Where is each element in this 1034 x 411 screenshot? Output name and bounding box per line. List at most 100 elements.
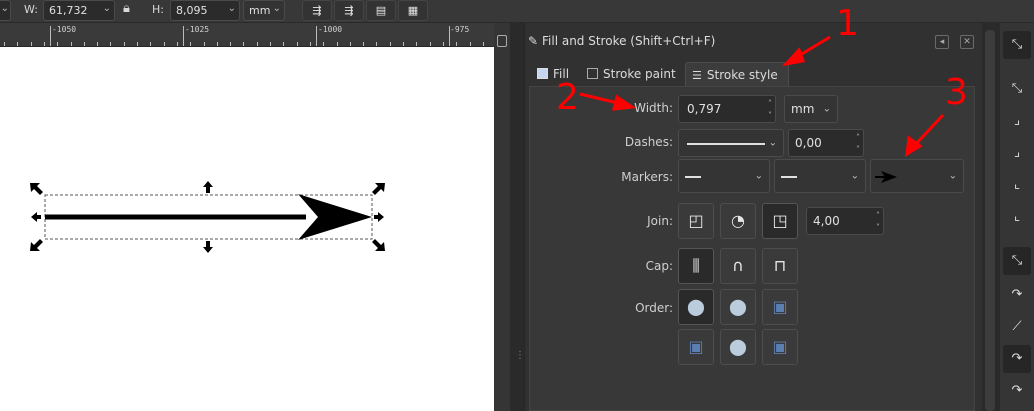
- move-gradients-button[interactable]: ▤: [366, 0, 396, 21]
- width-input[interactable]: 61,732 ⌄: [43, 0, 115, 21]
- stroke-width-input[interactable]: 0,797 ˄ ˅: [678, 95, 776, 123]
- unit-select[interactable]: mm ⌄: [243, 0, 285, 21]
- align-icon: ⇶: [312, 4, 322, 17]
- ruler-tick: [17, 42, 18, 46]
- scale-corners-button[interactable]: ⇶: [334, 0, 364, 21]
- drawing-canvas[interactable]: [0, 47, 494, 411]
- cap-butt-button[interactable]: ⫼: [678, 248, 714, 284]
- join-bevel-button[interactable]: ◰: [678, 203, 714, 239]
- resize-handle-icon[interactable]: [372, 239, 385, 251]
- snap-bbox-button[interactable]: ⤡: [1003, 75, 1031, 103]
- tab-stroke-style[interactable]: ☰ Stroke style: [685, 62, 789, 87]
- ruler-tick: [390, 42, 391, 46]
- miter-limit-input[interactable]: 4,00 ˄ ˅: [806, 207, 884, 235]
- annotation-number-3: 3: [945, 72, 968, 113]
- order-markers-fill-stroke-button[interactable]: ▣: [678, 329, 714, 365]
- join-round-button[interactable]: ◔: [720, 203, 756, 239]
- move-patterns-button[interactable]: ▦: [398, 0, 428, 21]
- snap-nodes-button[interactable]: ⤡: [1003, 247, 1031, 275]
- chevron-down-icon: ⌄: [227, 3, 236, 14]
- scale-stroke-button[interactable]: ⇶: [302, 0, 332, 21]
- order-markers-stroke-fill-button[interactable]: ▣: [762, 329, 798, 365]
- dash-offset-input[interactable]: 0,00 ˄ ˅: [788, 129, 864, 157]
- fill-swatch-icon: [537, 68, 548, 79]
- pen-icon: ✎: [528, 34, 539, 48]
- arrow-marker-icon: [875, 171, 897, 183]
- order-label: Order:: [635, 301, 673, 315]
- tab-stroke-paint[interactable]: Stroke paint: [587, 62, 683, 87]
- ruler-tick: [337, 42, 338, 46]
- order-fill-stroke-markers-button[interactable]: ⬤: [678, 289, 714, 325]
- snap-nodes-icon: ⤡: [1011, 253, 1023, 268]
- stepper-icon[interactable]: ˄ ˅: [876, 210, 880, 234]
- snap-smooth-button[interactable]: ↷: [1003, 345, 1031, 373]
- stroke-unit-value: mm: [791, 102, 815, 116]
- ruler-tick: [44, 42, 45, 46]
- snap-midpoint-button[interactable]: ⌞: [1003, 171, 1031, 199]
- ruler-label: -1050: [52, 25, 77, 34]
- resize-handle-icon[interactable]: [374, 212, 384, 222]
- ruler-tick: [363, 42, 364, 46]
- start-marker-select[interactable]: ⌄: [678, 159, 770, 193]
- panel-title: Fill and Stroke (Shift+Ctrl+F): [542, 34, 716, 48]
- annotation-number-2: 2: [556, 77, 579, 118]
- lock-icon[interactable]: 🔒︎: [123, 1, 130, 16]
- snap-edge-button[interactable]: ⌟: [1003, 107, 1031, 135]
- resize-handle-icon[interactable]: [30, 239, 43, 251]
- ruler-tick: [310, 42, 311, 46]
- mid-marker-select[interactable]: ⌄: [774, 159, 866, 193]
- ruler-tick: [403, 42, 404, 46]
- paint-order-icon: ⬤: [729, 337, 747, 356]
- snap-corner-button[interactable]: ⌟: [1003, 139, 1031, 167]
- toggle-panel-icon[interactable]: [497, 35, 507, 47]
- ruler-tick: [470, 42, 471, 46]
- x-field-edge[interactable]: ⌄: [0, 0, 11, 21]
- arrow-head[interactable]: [298, 194, 372, 240]
- ruler-tick: [217, 42, 218, 46]
- chevron-down-icon: ⌄: [102, 3, 111, 14]
- resize-handle-icon[interactable]: [203, 241, 213, 253]
- snap-toggle-button[interactable]: ⤡: [1003, 31, 1031, 59]
- arrow-drawing: [30, 181, 385, 253]
- order-fill-markers-stroke-button[interactable]: ▣: [762, 289, 798, 325]
- miter-join-icon: ◳: [772, 211, 788, 230]
- square-cap-icon: ⊓: [773, 256, 787, 275]
- ruler-tick: [230, 42, 231, 46]
- join-miter-button[interactable]: ◳: [762, 203, 798, 239]
- stroke-unit-select[interactable]: mm ⌄: [784, 95, 838, 123]
- panel-header: ✎ Fill and Stroke (Shift+Ctrl+F) ◂ ✕: [525, 31, 983, 53]
- snap-edge-icon: ⌟: [1013, 113, 1021, 128]
- resize-handle-icon[interactable]: [30, 183, 43, 195]
- dash-pattern-select[interactable]: ⌄: [678, 129, 784, 157]
- close-icon[interactable]: ✕: [960, 35, 974, 49]
- panel-menu-icon[interactable]: ◂: [935, 35, 949, 49]
- height-value: 8,095: [176, 4, 208, 17]
- ruler-tick: [57, 42, 58, 46]
- snap-cusp-button[interactable]: ↷: [1003, 377, 1031, 405]
- canvas-vertical-scrollbar[interactable]: [494, 23, 510, 411]
- snap-corner-icon: ⌟: [1013, 145, 1021, 160]
- order-stroke-fill-markers-button[interactable]: ⬤: [720, 289, 756, 325]
- width-label: Width:: [634, 101, 673, 115]
- ruler-tick: [376, 42, 377, 46]
- cap-square-button[interactable]: ⊓: [762, 248, 798, 284]
- w-label: W:: [24, 3, 38, 16]
- height-input[interactable]: 8,095 ⌄: [170, 0, 240, 21]
- snap-intersection-button[interactable]: ⟋: [1003, 313, 1031, 341]
- snap-center-button[interactable]: ⌞: [1003, 203, 1031, 231]
- resize-handle-icon[interactable]: [31, 212, 41, 222]
- order-stroke-markers-fill-button[interactable]: ⬤: [720, 329, 756, 365]
- snap-intersection-icon: ⟋: [1012, 319, 1022, 334]
- ruler-major-tick: [50, 26, 51, 46]
- dock-splitter[interactable]: ⋮: [510, 23, 525, 411]
- stepper-icon[interactable]: ˄ ˅: [856, 132, 860, 156]
- stepper-icon[interactable]: ˄ ˅: [768, 98, 772, 122]
- snap-smooth-icon: ↷: [1011, 351, 1023, 366]
- panel-scrollbar[interactable]: [985, 30, 995, 411]
- resize-handle-icon[interactable]: [203, 181, 213, 193]
- paint-order-icon: ▣: [772, 337, 788, 356]
- cap-round-button[interactable]: ∩: [720, 248, 756, 284]
- end-marker-select[interactable]: ⌄: [870, 159, 964, 193]
- resize-handle-icon[interactable]: [372, 183, 385, 195]
- snap-path-button[interactable]: ↷: [1003, 281, 1031, 309]
